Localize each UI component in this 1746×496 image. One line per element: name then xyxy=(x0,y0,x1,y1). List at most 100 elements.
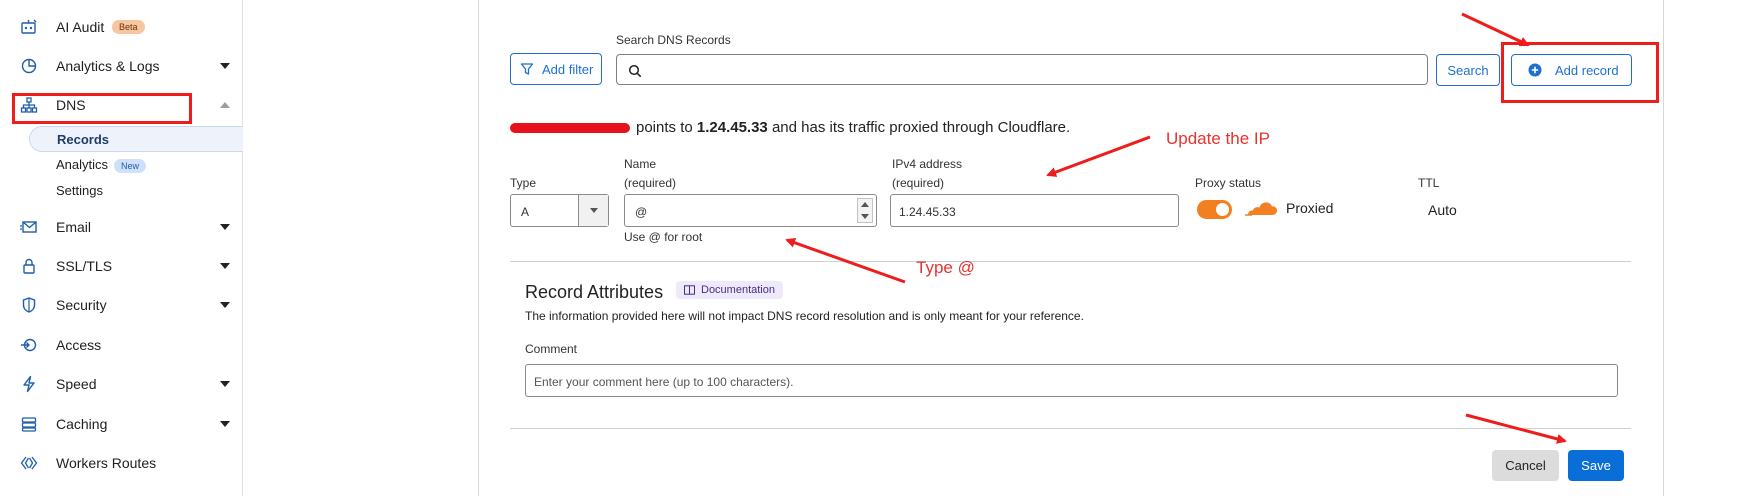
footer-divider xyxy=(510,428,1631,429)
summary-ip: 1.24.45.33 xyxy=(696,119,768,136)
name-label: Name xyxy=(624,157,657,171)
ipv4-input[interactable]: 1.24.45.33 xyxy=(890,194,1179,227)
type-label: Type xyxy=(510,176,537,190)
ipv4-required: (required) xyxy=(892,176,945,190)
ai-audit-icon xyxy=(21,19,37,34)
arrow-update-ip xyxy=(1046,135,1151,177)
search-input[interactable] xyxy=(616,54,1428,85)
spinner-down-icon xyxy=(861,214,869,219)
lightning-icon xyxy=(23,375,35,393)
annotation-type-at: Type @ xyxy=(916,258,975,277)
ipv4-value: 1.24.45.33 xyxy=(899,205,956,219)
chevron-down-icon xyxy=(220,421,230,427)
section-divider xyxy=(510,261,1631,262)
sidebar-subitem-records[interactable]: Records xyxy=(29,126,243,152)
new-badge: New xyxy=(114,159,147,173)
comment-field[interactable]: Enter your comment here (up to 100 chara… xyxy=(525,364,1618,397)
search-button-label: Search xyxy=(1447,62,1489,78)
book-icon xyxy=(684,285,695,295)
name-input[interactable]: @ xyxy=(624,194,877,227)
sidebar-item-email[interactable]: Email xyxy=(0,212,243,242)
access-icon xyxy=(21,338,37,352)
proxy-status-value: Proxied xyxy=(1286,200,1334,216)
spinner-up-icon xyxy=(861,202,869,207)
beta-badge: Beta xyxy=(112,20,145,34)
chevron-down-icon xyxy=(220,224,230,230)
annotation-box-add-record xyxy=(1501,42,1659,103)
sidebar-item-label: SSL/TLS xyxy=(56,258,113,274)
cancel-label: Cancel xyxy=(1505,458,1546,473)
save-label: Save xyxy=(1581,458,1611,473)
chevron-down-icon xyxy=(220,302,230,308)
attributes-description: The information provided here will not i… xyxy=(525,309,1084,323)
comment-label: Comment xyxy=(525,342,578,356)
sidebar-item-label: Access xyxy=(56,337,102,353)
chevron-up-icon xyxy=(220,102,230,108)
chevron-down-icon xyxy=(220,381,230,387)
summary-text-after: and has its traffic proxied through Clou… xyxy=(767,119,1071,136)
ttl-value: Auto xyxy=(1428,202,1457,218)
sidebar-item-label: Analytics & Logs xyxy=(56,58,160,74)
sidebar-item-label: Caching xyxy=(56,416,108,432)
comment-placeholder: Enter your comment here (up to 100 chara… xyxy=(534,375,794,389)
sidebar-item-label: Workers Routes xyxy=(56,455,157,471)
sidebar-subitem-label: Analytics xyxy=(56,157,109,172)
sidebar-item-caching[interactable]: Caching xyxy=(0,409,243,439)
sidebar-item-ssl-tls[interactable]: SSL/TLS xyxy=(0,251,243,281)
sidebar-item-workers-routes[interactable]: Workers Routes xyxy=(0,448,243,478)
documentation-link[interactable]: Documentation xyxy=(676,281,783,299)
ipv4-label: IPv4 address xyxy=(892,157,963,171)
sidebar-item-analytics-logs[interactable]: Analytics & Logs xyxy=(0,51,243,81)
add-filter-button[interactable]: Add filter xyxy=(510,53,602,85)
chevron-down-icon xyxy=(220,263,230,269)
type-value: A xyxy=(521,205,530,219)
name-spinner[interactable] xyxy=(857,198,873,223)
redaction-mark xyxy=(510,123,630,134)
sidebar-item-security[interactable]: Security xyxy=(0,290,243,320)
sidebar-subitem-settings[interactable]: Settings xyxy=(56,183,103,198)
sidebar-item-access[interactable]: Access xyxy=(0,330,243,360)
filter-icon xyxy=(520,63,534,75)
server-icon xyxy=(21,417,37,432)
search-button[interactable]: Search xyxy=(1436,54,1500,86)
lock-icon xyxy=(23,258,35,274)
search-icon xyxy=(628,64,642,78)
documentation-label: Documentation xyxy=(701,284,775,296)
email-icon xyxy=(20,221,37,233)
proxy-toggle[interactable] xyxy=(1197,200,1232,219)
sidebar-item-label: Email xyxy=(56,219,92,235)
name-value: @ xyxy=(635,205,648,219)
pie-chart-icon xyxy=(21,58,37,74)
chevron-down-icon xyxy=(578,195,608,226)
annotation-box-dns xyxy=(12,93,192,124)
chevron-down-icon xyxy=(220,63,230,69)
sidebar: AI Audit Beta Analytics & Logs DNS Recor… xyxy=(0,0,243,496)
panel-border-right xyxy=(1663,0,1664,496)
add-filter-label: Add filter xyxy=(542,61,594,77)
arrow-add-record xyxy=(1461,12,1530,47)
workers-icon xyxy=(20,456,38,470)
summary-text-before: points to xyxy=(636,119,697,136)
cloud-icon xyxy=(1245,202,1277,216)
sidebar-subitem-label: Records xyxy=(57,132,110,147)
search-label: Search DNS Records xyxy=(616,33,731,47)
proxy-status-label: Proxy status xyxy=(1195,176,1262,190)
sidebar-item-label: AI Audit xyxy=(56,19,105,35)
annotation-update-ip: Update the IP xyxy=(1166,129,1270,148)
name-required: (required) xyxy=(624,176,677,190)
type-select[interactable]: A xyxy=(510,194,609,227)
cancel-button[interactable]: Cancel xyxy=(1492,450,1559,481)
panel-border-left xyxy=(478,0,479,496)
record-summary: points to 1.24.45.33 and has its traffic… xyxy=(510,119,1070,136)
sidebar-subitem-analytics[interactable]: Analytics New xyxy=(56,157,147,173)
sidebar-item-ai-audit[interactable]: AI Audit Beta xyxy=(0,12,243,42)
save-button[interactable]: Save xyxy=(1568,450,1624,481)
sidebar-item-label: Security xyxy=(56,297,107,313)
sidebar-item-label: Speed xyxy=(56,376,97,392)
record-attributes-title: Record Attributes xyxy=(525,282,664,302)
sidebar-subitem-label: Settings xyxy=(56,183,103,198)
shield-icon xyxy=(22,297,36,313)
name-hint: Use @ for root xyxy=(624,230,703,244)
ttl-label: TTL xyxy=(1418,176,1440,190)
sidebar-item-speed[interactable]: Speed xyxy=(0,369,243,399)
